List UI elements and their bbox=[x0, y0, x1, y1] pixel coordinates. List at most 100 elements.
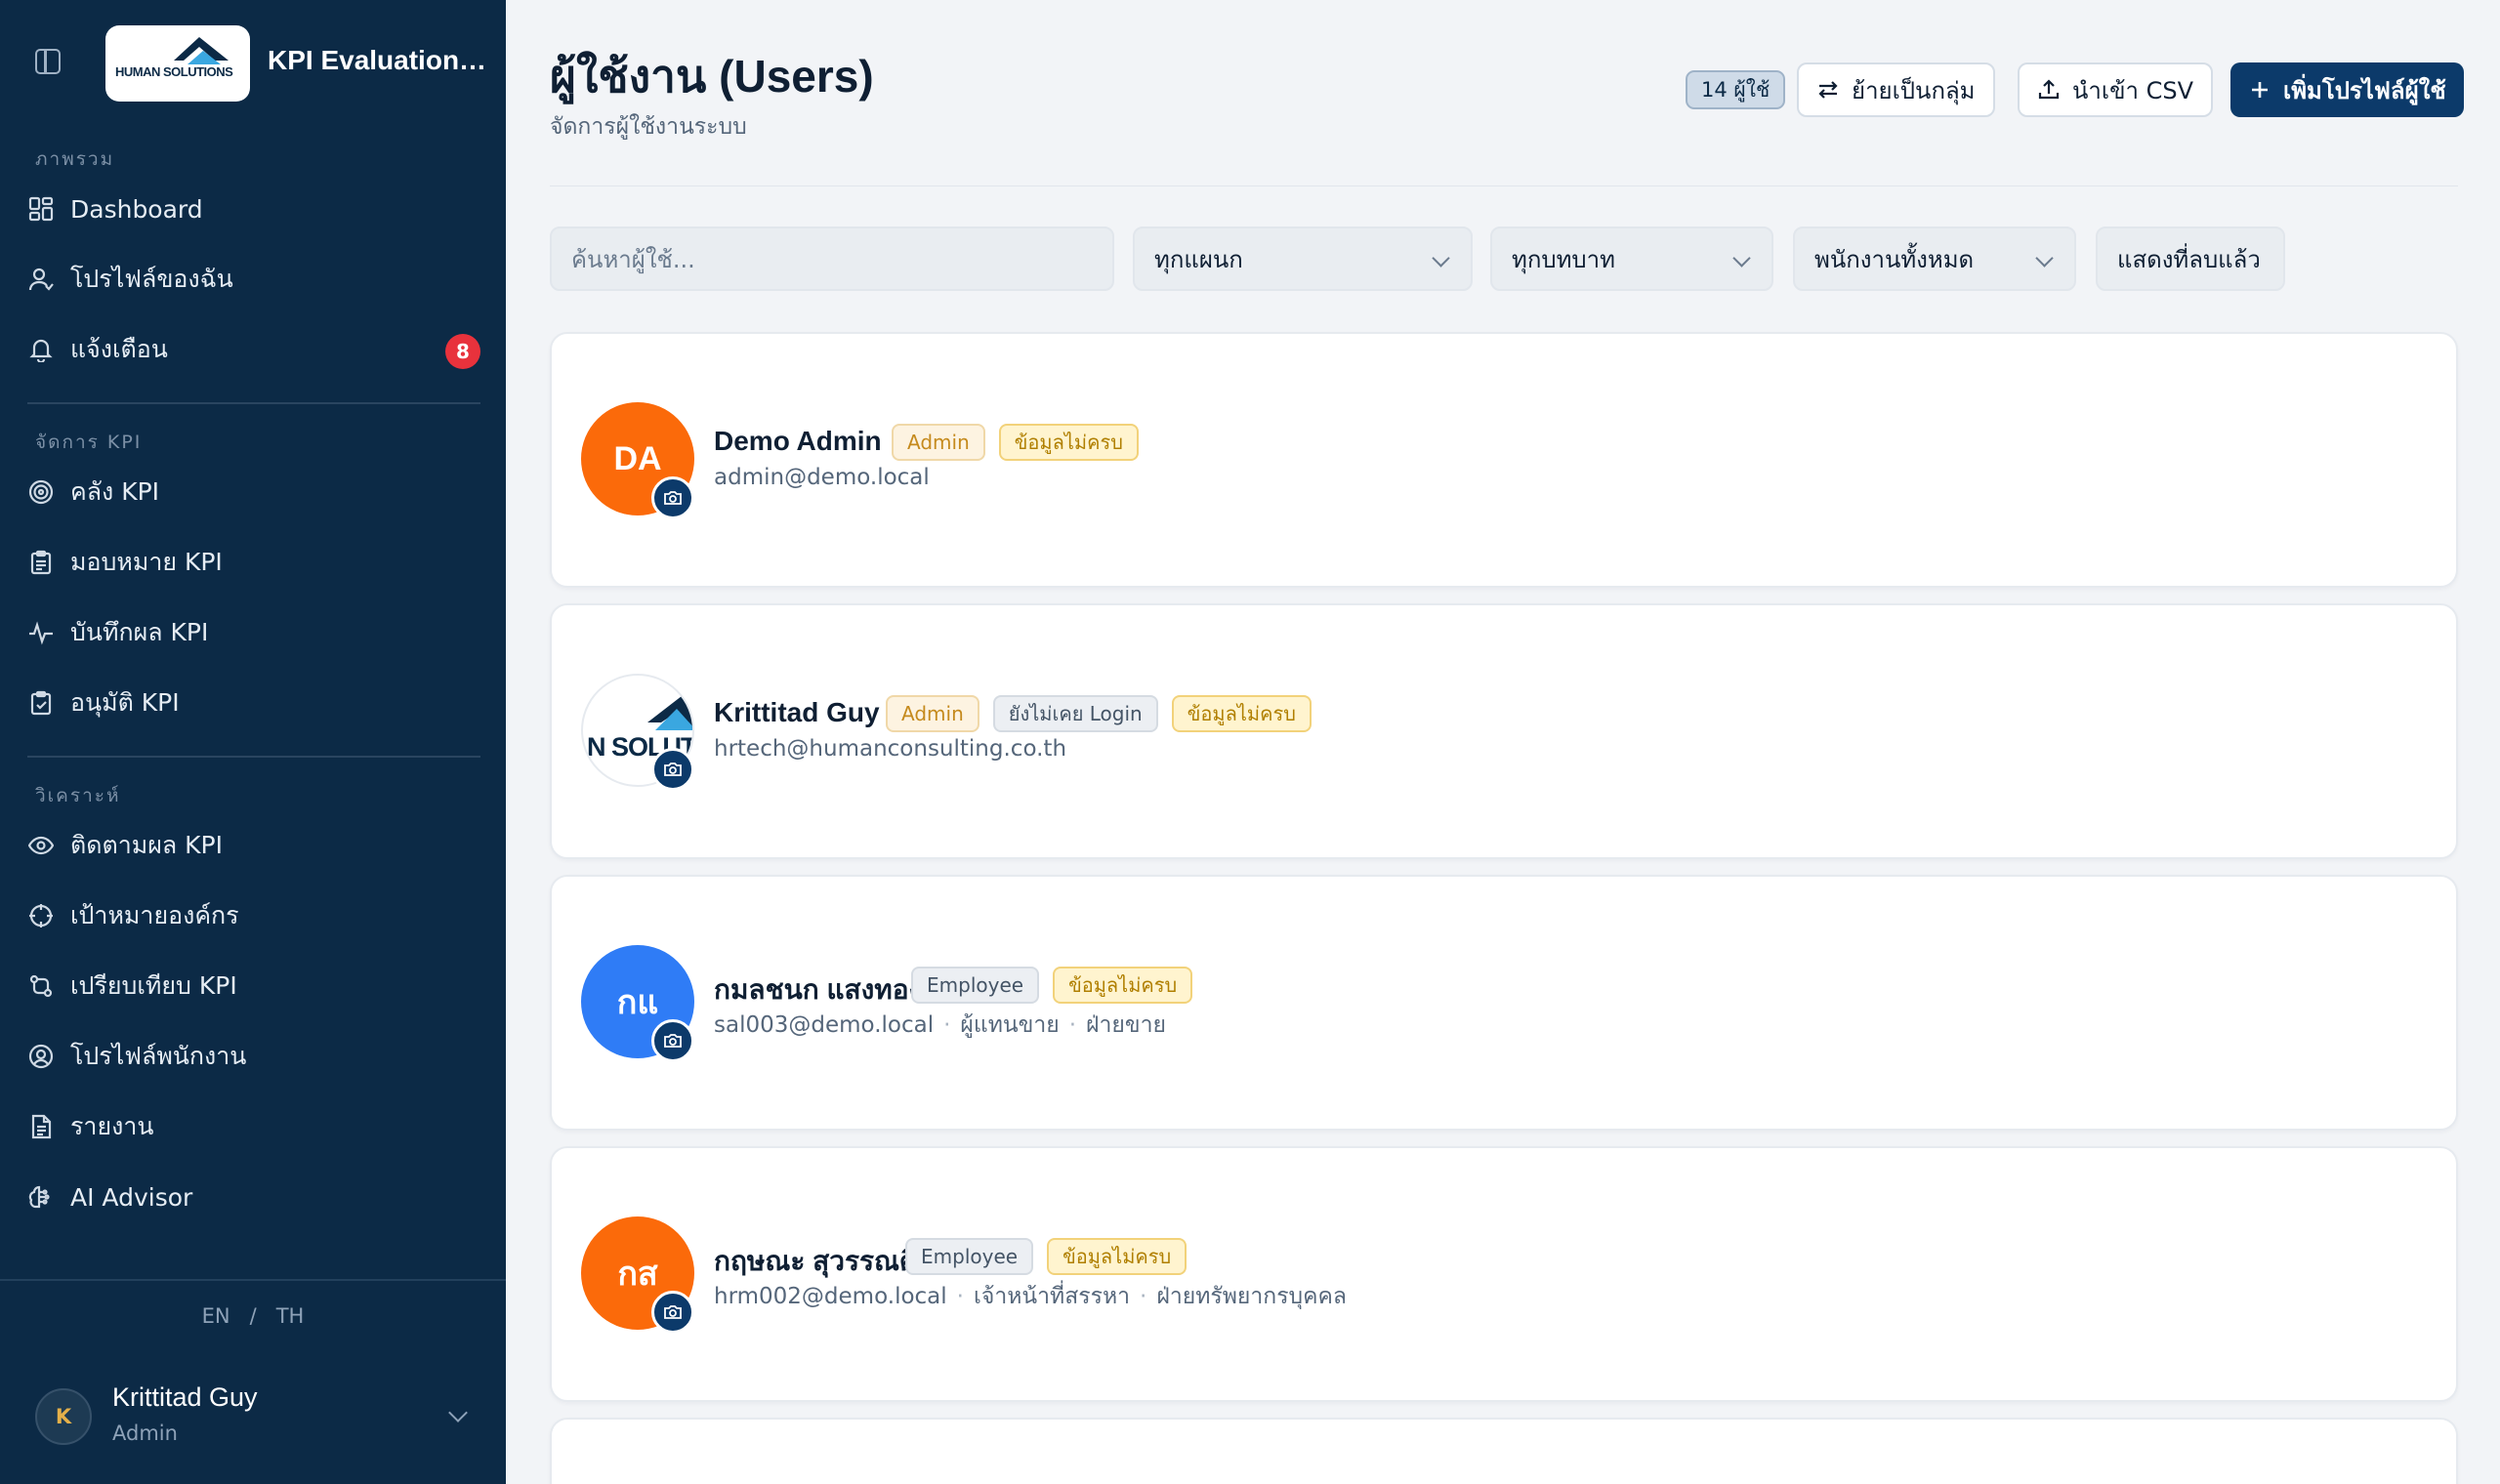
user-email: admin@demo.local bbox=[714, 465, 930, 490]
bulk-move-button[interactable]: ย้ายเป็นกลุ่ม bbox=[1797, 62, 1995, 117]
role-badge: Admin bbox=[886, 695, 979, 732]
employee-status-select[interactable]: พนักงานทั้งหมด bbox=[1793, 227, 2076, 291]
camera-icon[interactable] bbox=[651, 748, 694, 791]
user-meta: admin@demo.local bbox=[714, 465, 930, 490]
language-th[interactable]: TH bbox=[276, 1304, 305, 1328]
user-position: ผู้แทนขาย bbox=[960, 1012, 1060, 1038]
crosshair-icon bbox=[27, 902, 55, 929]
swap-icon bbox=[1816, 78, 1840, 102]
user-meta: sal003@demo.local · ผู้แทนขาย · ฝ่ายขาย bbox=[714, 1012, 1167, 1038]
role-select[interactable]: ทุกบทบาท bbox=[1490, 227, 1773, 291]
current-user-name[interactable]: Krittitad Guy bbox=[112, 1382, 258, 1413]
import-csv-button[interactable]: นำเข้า CSV bbox=[2018, 62, 2214, 117]
never-logged-in-badge: ยังไม่เคย Login bbox=[992, 695, 1158, 732]
chevron-down-icon bbox=[2035, 249, 2054, 268]
user-position: เจ้าหน้าที่สรรหา bbox=[973, 1284, 1131, 1309]
incomplete-badge: ข้อมูลไม่ครบ bbox=[1171, 695, 1312, 732]
chevron-down-icon[interactable] bbox=[448, 1403, 468, 1422]
user-tags: Employee ข้อมูลไม่ครบ bbox=[905, 1238, 1188, 1275]
user-card[interactable]: N SOLUTIO Krittitad Guy Admin ยังไม่เคย … bbox=[550, 603, 2458, 859]
sidebar-item-employee-profiles[interactable]: โปรไฟล์พนักงาน bbox=[27, 1027, 480, 1086]
incomplete-badge: ข้อมูลไม่ครบ bbox=[1047, 1238, 1188, 1275]
role-badge: Employee bbox=[911, 967, 1040, 1004]
user-tags: Admin ข้อมูลไม่ครบ bbox=[892, 424, 1139, 461]
language-separator: / bbox=[249, 1304, 257, 1328]
show-deleted-toggle[interactable]: แสดงที่ลบแล้ว bbox=[2096, 227, 2285, 291]
user-tags: Admin ยังไม่เคย Login ข้อมูลไม่ครบ bbox=[886, 695, 1312, 732]
user-name: Demo Admin bbox=[714, 426, 882, 456]
brain-icon bbox=[27, 1183, 55, 1211]
role-badge: Admin bbox=[892, 424, 985, 461]
page-title: ผู้ใช้งาน (Users) bbox=[550, 51, 874, 102]
user-email: hrtech@humanconsulting.co.th bbox=[714, 736, 1067, 762]
chevron-down-icon bbox=[1732, 249, 1751, 268]
plus-icon bbox=[2248, 78, 2271, 102]
user-name: กฤษณะ สุวรรณดี bbox=[714, 1246, 918, 1276]
user-card[interactable]: กส กฤษณะ สุวรรณดี Employee ข้อมูลไม่ครบ … bbox=[550, 1146, 2458, 1402]
role-badge: Employee bbox=[905, 1238, 1034, 1275]
sidebar-item-kpi-library[interactable]: คลัง KPI bbox=[27, 463, 480, 521]
sidebar-item-compare-kpi[interactable]: เปรียบเทียบ KPI bbox=[27, 957, 480, 1015]
user-card[interactable] bbox=[550, 1418, 2458, 1484]
user-department: ฝ่ายทรัพยากรบุคคล bbox=[1156, 1284, 1348, 1309]
clipboard-check-icon bbox=[27, 689, 55, 717]
user-department: ฝ่ายขาย bbox=[1086, 1012, 1167, 1038]
sidebar-item-dashboard[interactable]: Dashboard bbox=[27, 180, 480, 238]
target-icon bbox=[27, 478, 55, 506]
sidebar-item-reports[interactable]: รายงาน bbox=[27, 1097, 480, 1156]
add-user-button[interactable]: เพิ่มโปรไฟล์ผู้ใช้ bbox=[2230, 62, 2464, 117]
dashboard-icon bbox=[27, 195, 55, 223]
eye-icon bbox=[27, 832, 55, 859]
user-tags: Employee ข้อมูลไม่ครบ bbox=[911, 967, 1193, 1004]
sidebar-item-notifications[interactable]: แจ้งเตือน 8 bbox=[27, 320, 480, 379]
user-icon bbox=[27, 266, 55, 293]
sidebar-item-assign-kpi[interactable]: มอบหมาย KPI bbox=[27, 533, 480, 592]
nav-section-analytics: วิเคราะห์ bbox=[35, 785, 121, 806]
sidebar-item-org-goals[interactable]: เป้าหมายองค์กร bbox=[27, 886, 480, 945]
sidebar-item-track-kpi[interactable]: ติดตามผล KPI bbox=[27, 816, 480, 875]
clipboard-list-icon bbox=[27, 549, 55, 576]
sidebar-footer-divider bbox=[0, 1279, 506, 1281]
language-en[interactable]: EN bbox=[202, 1304, 230, 1328]
upload-icon bbox=[2037, 78, 2061, 102]
current-user-role: Admin bbox=[112, 1422, 178, 1445]
incomplete-badge: ข้อมูลไม่ครบ bbox=[998, 424, 1139, 461]
incomplete-badge: ข้อมูลไม่ครบ bbox=[1053, 967, 1193, 1004]
file-text-icon bbox=[27, 1113, 55, 1140]
current-user-avatar[interactable]: K bbox=[35, 1388, 92, 1445]
camera-icon[interactable] bbox=[651, 1019, 694, 1062]
user-name: กมลชนก แสงทอง bbox=[714, 974, 923, 1005]
sidebar-item-record-kpi[interactable]: บันทึกผล KPI bbox=[27, 603, 480, 662]
department-select[interactable]: ทุกแผนก bbox=[1133, 227, 1473, 291]
nav-divider bbox=[27, 402, 480, 404]
sidebar-item-approve-kpi[interactable]: อนุมัติ KPI bbox=[27, 674, 480, 732]
bell-icon bbox=[27, 336, 55, 363]
compare-icon bbox=[27, 972, 55, 1000]
camera-icon[interactable] bbox=[651, 1291, 694, 1334]
user-meta: hrm002@demo.local · เจ้าหน้าที่สรรหา · ฝ่ายท… bbox=[714, 1284, 1348, 1309]
user-meta: hrtech@humanconsulting.co.th bbox=[714, 736, 1066, 762]
page-subtitle: จัดการผู้ใช้งานระบบ bbox=[550, 114, 747, 140]
sidebar: HUMAN SOLUTIONS KPI Evaluation ... ภาพรว… bbox=[0, 0, 506, 1484]
sidebar-toggle-icon[interactable] bbox=[35, 49, 61, 74]
nav-section-overview: ภาพรวม bbox=[35, 148, 115, 170]
user-email: sal003@demo.local bbox=[714, 1012, 935, 1038]
user-email: hrm002@demo.local bbox=[714, 1284, 947, 1309]
user-name: Krittitad Guy bbox=[714, 697, 880, 727]
sidebar-item-ai-advisor[interactable]: AI Advisor bbox=[27, 1168, 480, 1226]
user-circle-icon bbox=[27, 1043, 55, 1070]
nav-section-kpi-management: จัดการ KPI bbox=[35, 432, 143, 453]
chevron-down-icon bbox=[1432, 249, 1450, 268]
app-name: KPI Evaluation ... bbox=[268, 45, 488, 75]
activity-icon bbox=[27, 619, 55, 646]
language-switcher: EN / TH bbox=[0, 1304, 506, 1328]
user-card[interactable]: DA Demo Admin Admin ข้อมูลไม่ครบ admin@d… bbox=[550, 332, 2458, 588]
nav-divider bbox=[27, 756, 480, 758]
search-input[interactable]: ค้นหาผู้ใช้... bbox=[550, 227, 1114, 291]
camera-icon[interactable] bbox=[651, 476, 694, 519]
company-logo: HUMAN SOLUTIONS bbox=[105, 25, 250, 102]
user-count-badge: 14 ผู้ใช้ bbox=[1686, 70, 1786, 109]
sidebar-item-my-profile[interactable]: โปรไฟล์ของฉัน bbox=[27, 250, 480, 309]
notification-count-badge: 8 bbox=[445, 334, 480, 369]
user-card[interactable]: กแ กมลชนก แสงทอง Employee ข้อมูลไม่ครบ s… bbox=[550, 875, 2458, 1131]
